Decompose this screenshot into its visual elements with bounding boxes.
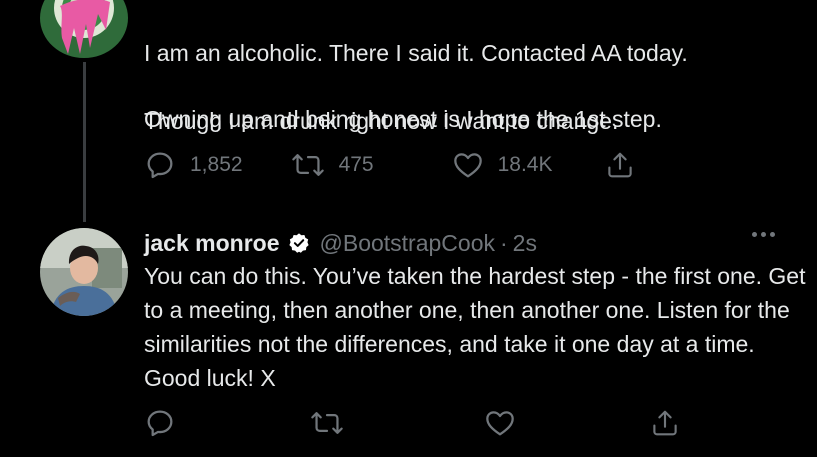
retweet-button[interactable]	[310, 407, 344, 439]
share-button[interactable]	[605, 149, 635, 181]
like-count: 18.4K	[497, 153, 553, 176]
reply-icon	[147, 152, 173, 179]
retweet-icon	[311, 412, 343, 434]
avatar-image	[40, 0, 128, 58]
reply-icon	[147, 410, 173, 437]
display-name[interactable]: jack monroe	[144, 230, 280, 257]
tweet-actions	[144, 406, 680, 440]
tweet-actions: 1,852 475 18.4K	[144, 148, 635, 182]
tweet-text: I am an alcoholic. There I said it. Cont…	[144, 2, 804, 172]
more-dot	[770, 232, 775, 237]
share-icon	[607, 152, 632, 178]
more-dot	[761, 232, 766, 237]
like-icon	[486, 411, 514, 436]
share-icon	[653, 410, 677, 436]
reply-button[interactable]	[144, 407, 176, 439]
separator: ·	[500, 229, 508, 256]
tweet-text: You can do this. You’ve taken the hardes…	[144, 263, 806, 391]
timestamp[interactable]: 2s	[513, 230, 537, 257]
tweet-text-line: Owning up and being honest is I hope the…	[144, 106, 662, 132]
like-button[interactable]: 18.4K	[452, 149, 553, 181]
handle[interactable]: @BootstrapCook	[320, 230, 496, 257]
avatar[interactable]	[40, 0, 128, 58]
more-dot	[752, 232, 757, 237]
retweet-button[interactable]: 475	[291, 149, 374, 181]
avatar[interactable]	[40, 228, 128, 316]
share-button[interactable]	[650, 407, 680, 439]
avatar-image	[40, 228, 128, 316]
more-icon[interactable]	[752, 232, 775, 237]
like-icon	[453, 153, 482, 178]
tweet-header: jack monroe @BootstrapCook · 2s	[144, 226, 537, 260]
tweet-text-line: I am an alcoholic. There I said it. Cont…	[144, 40, 688, 66]
retweet-count: 475	[338, 153, 374, 176]
like-button[interactable]	[484, 407, 516, 439]
retweet-icon	[291, 154, 324, 176]
thread-connector-line	[83, 62, 86, 222]
verified-badge-icon	[288, 232, 310, 254]
reply-button[interactable]: 1,852	[144, 149, 243, 181]
reply-count: 1,852	[190, 153, 243, 176]
